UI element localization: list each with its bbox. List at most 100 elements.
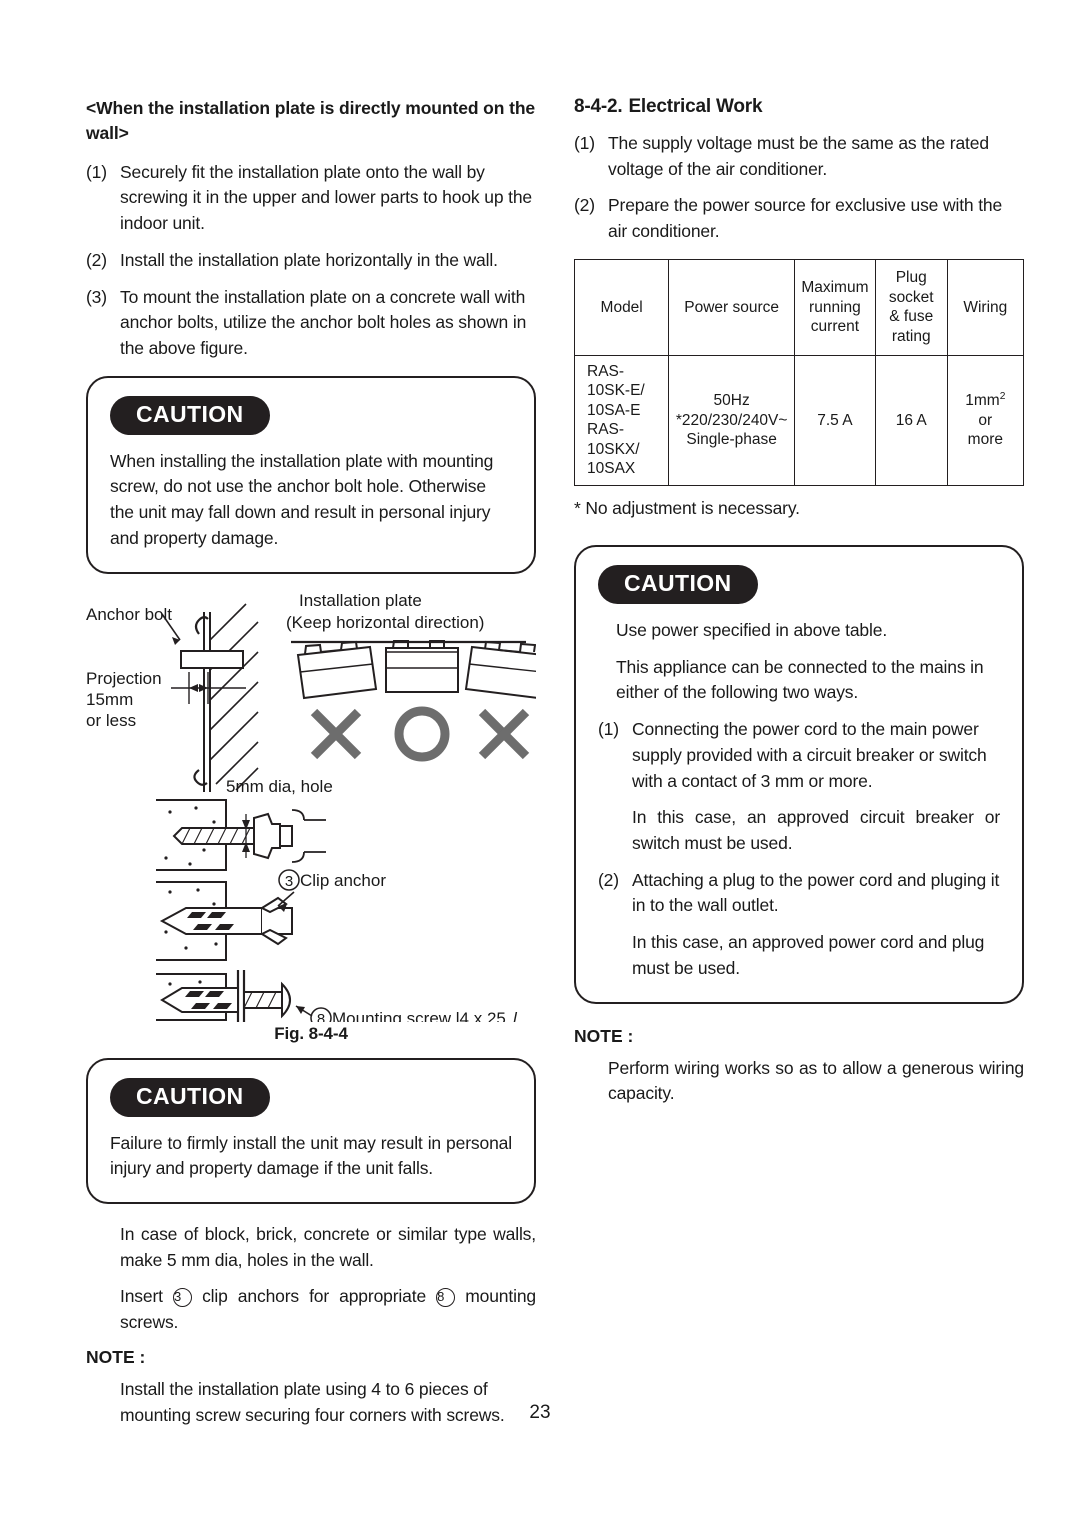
- figure-label-installation-plate-2: (Keep horizontal direction): [286, 613, 484, 632]
- table-header-plug-fuse: Plug socket & fuse rating: [874, 258, 948, 356]
- insert-text-a: Insert: [120, 1286, 163, 1307]
- hdr-line: rating: [891, 327, 931, 345]
- figure-label-projection-1: Projection: [86, 669, 162, 688]
- model-line: RAS-: [587, 421, 625, 439]
- figure-label-5mm-hole: 5mm dia, hole: [226, 777, 333, 796]
- figure-callout-8: 8: [317, 1011, 325, 1022]
- list-text: In this case, an approved circuit breake…: [632, 807, 1000, 853]
- wiring-line: more: [967, 431, 1003, 449]
- table-header-power-source: Power source: [668, 258, 795, 356]
- figure-label-installation-plate-1: Installation plate: [299, 592, 422, 610]
- page-number: 23: [529, 1402, 551, 1423]
- list-text: To mount the installation plate on a con…: [120, 286, 527, 358]
- source-line: *220/230/240V~: [675, 411, 788, 429]
- callout-8: 8: [436, 1288, 456, 1308]
- hdr-line: current: [810, 318, 860, 336]
- list-marker: (2): [574, 195, 595, 216]
- list-marker: (1): [598, 719, 619, 740]
- source-line: 50Hz: [713, 392, 750, 410]
- hdr-line: socket: [888, 288, 934, 306]
- list-text: Install the installation plate horizonta…: [120, 249, 498, 270]
- left-column: <When the installation plate is directly…: [86, 96, 536, 1439]
- wiring-line: or: [978, 411, 993, 429]
- table-row: RAS- 10SK-E/ 10SA-E RAS- 10SKX/ 10SAX 50…: [573, 354, 1025, 486]
- list-item: (1) Connecting the power cord to the mai…: [598, 717, 1000, 794]
- page-title: 8-4-2. Electrical Work: [574, 96, 1024, 118]
- list-item: (3) To mount the installation plate on a…: [86, 285, 536, 362]
- right-column: 8-4-2. Electrical Work (1) The supply vol…: [573, 96, 1025, 1118]
- list-text: Securely fit the installation plate onto…: [120, 161, 532, 234]
- insert-text-b: clip anchors for appropriate: [202, 1286, 427, 1307]
- model-line: 10SA-E: [587, 401, 641, 419]
- figure-8-4-4: Anchor bolt Projection 15mm or less Inst…: [86, 592, 536, 1022]
- figure-label-anchor-bolt: Anchor bolt: [86, 605, 172, 624]
- wiring-line: 1mm: [965, 392, 1000, 410]
- list-item: (2) Install the installation plate horiz…: [86, 248, 536, 274]
- table-header-wiring: Wiring: [946, 258, 1025, 356]
- table-cell-model: RAS- 10SK-E/ 10SA-E RAS- 10SKX/ 10SAX: [573, 354, 670, 486]
- figure-caption: Fig. 8-4-4: [274, 1023, 348, 1043]
- caution-box-power-supply: CAUTION Use power specified in above tab…: [574, 544, 1024, 1004]
- list-item: (1) Securely fit the installation plate …: [86, 160, 536, 237]
- section-title-text: Electrical Work: [628, 96, 763, 117]
- caution-box-firm-install: CAUTION Failure to firmly install the un…: [86, 1057, 536, 1205]
- wiring-superscript: 2: [999, 391, 1006, 403]
- caution-badge: CAUTION: [110, 395, 270, 435]
- list-item: In this case, an approved circuit breake…: [598, 805, 1000, 856]
- caution-line-1: Use power specified in above table.: [616, 619, 888, 640]
- caution-box-anchor-bolt-hole: CAUTION When installing the installation…: [86, 375, 536, 574]
- list-item: (1) The supply voltage must be the same …: [574, 131, 1024, 182]
- table-cell-wiring: 1mm2 or more: [946, 354, 1025, 486]
- paragraph-insert-clip-anchors: Insert 3 clip anchors for appropriate 8 …: [120, 1284, 536, 1335]
- list-text: In this case, an approved power cord and…: [632, 932, 985, 978]
- figure-label-mounting-screw: Mounting screw l4 x 25: [332, 1009, 506, 1022]
- list-marker: (2): [598, 869, 619, 890]
- list-marker: [598, 930, 632, 981]
- list-marker: (3): [86, 286, 107, 307]
- list-marker: (1): [574, 133, 595, 153]
- table-cell-power-source: 50Hz *220/230/240V~ Single-phase: [668, 354, 795, 486]
- table-footnote: * No adjustment is necessary.: [574, 497, 800, 518]
- list-text: Connecting the power cord to the main po…: [632, 719, 987, 791]
- table-header-model: Model: [573, 258, 670, 356]
- table-cell-max-current: 7.5 A: [794, 354, 876, 486]
- note-label-left: NOTE :: [86, 1346, 146, 1367]
- list-item: In this case, an approved power cord and…: [598, 930, 1000, 981]
- two-column-layout: <When the installation plate is directly…: [86, 96, 1024, 1439]
- caution-text: Failure to firmly install the unit may r…: [110, 1132, 512, 1179]
- table-header-row: Model Power source Maximum running curre…: [573, 258, 1025, 356]
- section-heading-installation-plate: <When the installation plate is directly…: [86, 98, 536, 143]
- manual-page: <When the installation plate is directly…: [0, 0, 1080, 1528]
- callout-3: 3: [172, 1288, 192, 1308]
- caution-text: When installing the installation plate w…: [110, 450, 494, 548]
- figure-label-projection-3: or less: [86, 711, 136, 730]
- list-marker: (1): [86, 161, 107, 182]
- figure-callout-3: 3: [285, 873, 293, 890]
- model-line: RAS-: [587, 362, 625, 380]
- hdr-line: Plug: [895, 269, 927, 287]
- list-marker: [598, 805, 632, 856]
- table-cell-plug-fuse: 16 A: [874, 354, 948, 486]
- list-text: The supply voltage must be the same as t…: [608, 133, 989, 179]
- list-text: Attaching a plug to the power cord and p…: [632, 869, 1000, 916]
- note-text-right: Perform wiring works so as to allow a ge…: [608, 1057, 1024, 1104]
- source-line: Single-phase: [686, 431, 777, 449]
- section-number: 8-4-2.: [574, 96, 623, 117]
- hdr-line: running: [809, 298, 861, 316]
- figure-label-clip-anchor: Clip anchor: [300, 871, 386, 890]
- model-line: 10SAX: [587, 460, 636, 478]
- hdr-line: & fuse: [889, 308, 934, 326]
- paragraph-block-walls: In case of block, brick, concrete or sim…: [120, 1224, 536, 1270]
- list-text: Prepare the power source for exclusive u…: [608, 195, 1003, 242]
- list-marker: (2): [86, 249, 107, 270]
- figure-label-screw-italic: l: [513, 1009, 518, 1022]
- figure-label-projection-2: 15mm: [86, 690, 133, 709]
- caution-badge: CAUTION: [110, 1077, 270, 1117]
- hdr-line: Maximum: [801, 279, 869, 297]
- model-line: 10SKX/: [587, 440, 640, 458]
- note-label-right: NOTE :: [574, 1025, 634, 1046]
- list-item: (2) Attaching a plug to the power cord a…: [598, 868, 1000, 919]
- model-line: 10SK-E/: [587, 382, 645, 400]
- caution-line-2: This appliance can be connected to the m…: [616, 656, 984, 703]
- caution-badge: CAUTION: [598, 564, 758, 604]
